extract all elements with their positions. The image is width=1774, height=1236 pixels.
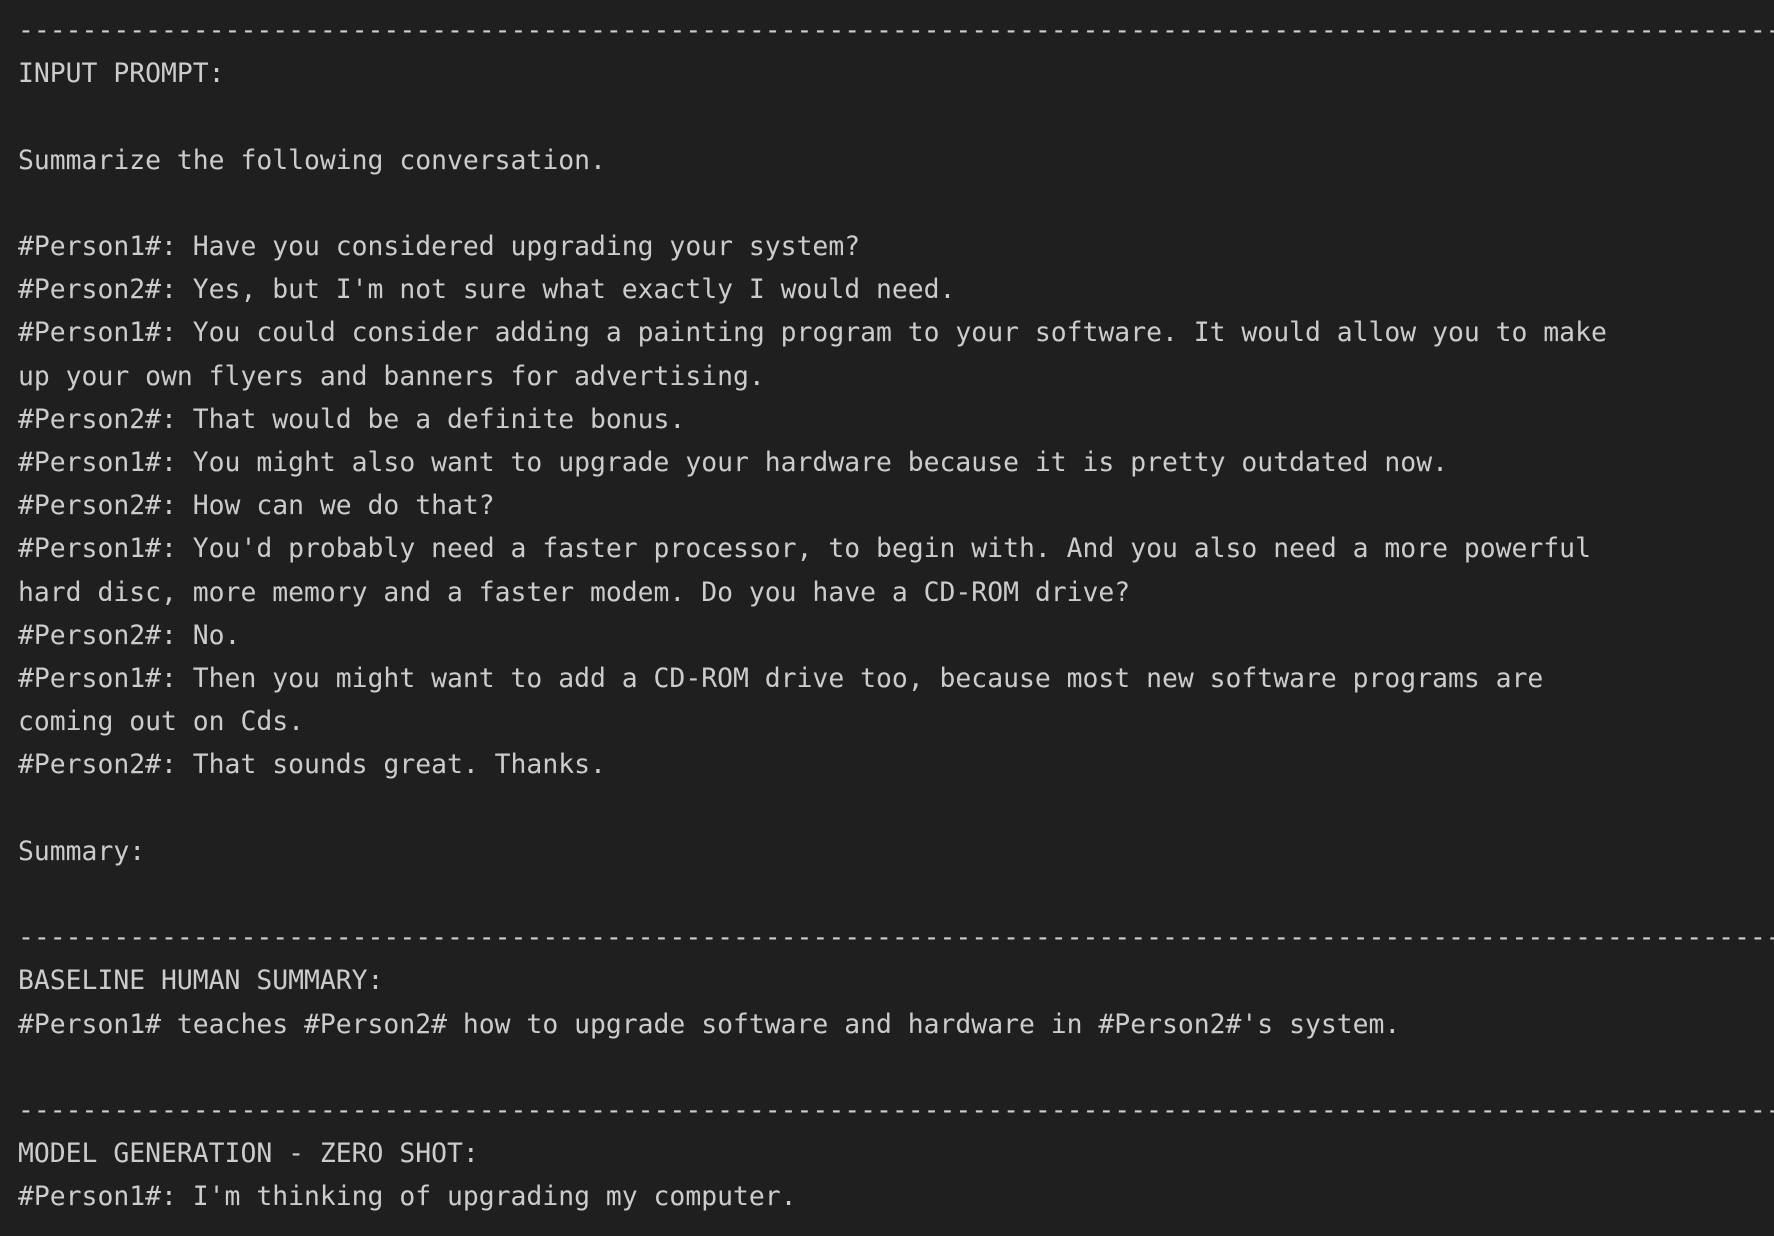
dialogue-line: coming out on Cds. — [18, 706, 304, 738]
separator-line: ----------------------------------------… — [18, 1095, 1774, 1126]
separator-line: ----------------------------------------… — [18, 922, 1774, 954]
dialogue-line: #Person1#: Then you might want to add a … — [18, 663, 1544, 695]
dialogue-line: #Person1#: Have you considered upgrading… — [18, 230, 861, 262]
separator-line: ----------------------------------------… — [18, 15, 1774, 46]
baseline-summary-text: #Person1# teaches #Person2# how to upgra… — [18, 1008, 1401, 1040]
input-prompt-header: INPUT PROMPT: — [18, 58, 225, 90]
baseline-summary-header: BASELINE HUMAN SUMMARY: — [18, 965, 384, 997]
dialogue-line: #Person2#: How can we do that? — [18, 490, 495, 522]
dialogue-block: #Person1#: Have you considered upgrading… — [18, 225, 1774, 787]
model-generation-text: #Person1#: I'm thinking of upgrading my … — [18, 1181, 797, 1213]
prompt-instruction: Summarize the following conversation. — [18, 144, 606, 176]
dialogue-line: hard disc, more memory and a faster mode… — [18, 576, 1131, 608]
dialogue-line: #Person2#: No. — [18, 619, 241, 651]
dialogue-line: up your own flyers and banners for adver… — [18, 360, 765, 392]
dialogue-line: #Person1#: You might also want to upgrad… — [18, 447, 1448, 478]
summary-label: Summary: — [18, 835, 146, 867]
dialogue-line: #Person1#: You could consider adding a p… — [18, 317, 1607, 349]
dialogue-line: #Person2#: That sounds great. Thanks. — [18, 749, 606, 781]
dialogue-line: #Person2#: Yes, but I'm not sure what ex… — [18, 274, 956, 306]
model-generation-header: MODEL GENERATION - ZERO SHOT: — [18, 1138, 479, 1170]
notebook-output-cell: ----------------------------------------… — [0, 0, 1774, 1236]
dialogue-line: #Person1#: You'd probably need a faster … — [18, 533, 1591, 565]
dialogue-line: #Person2#: That would be a definite bonu… — [18, 403, 686, 435]
